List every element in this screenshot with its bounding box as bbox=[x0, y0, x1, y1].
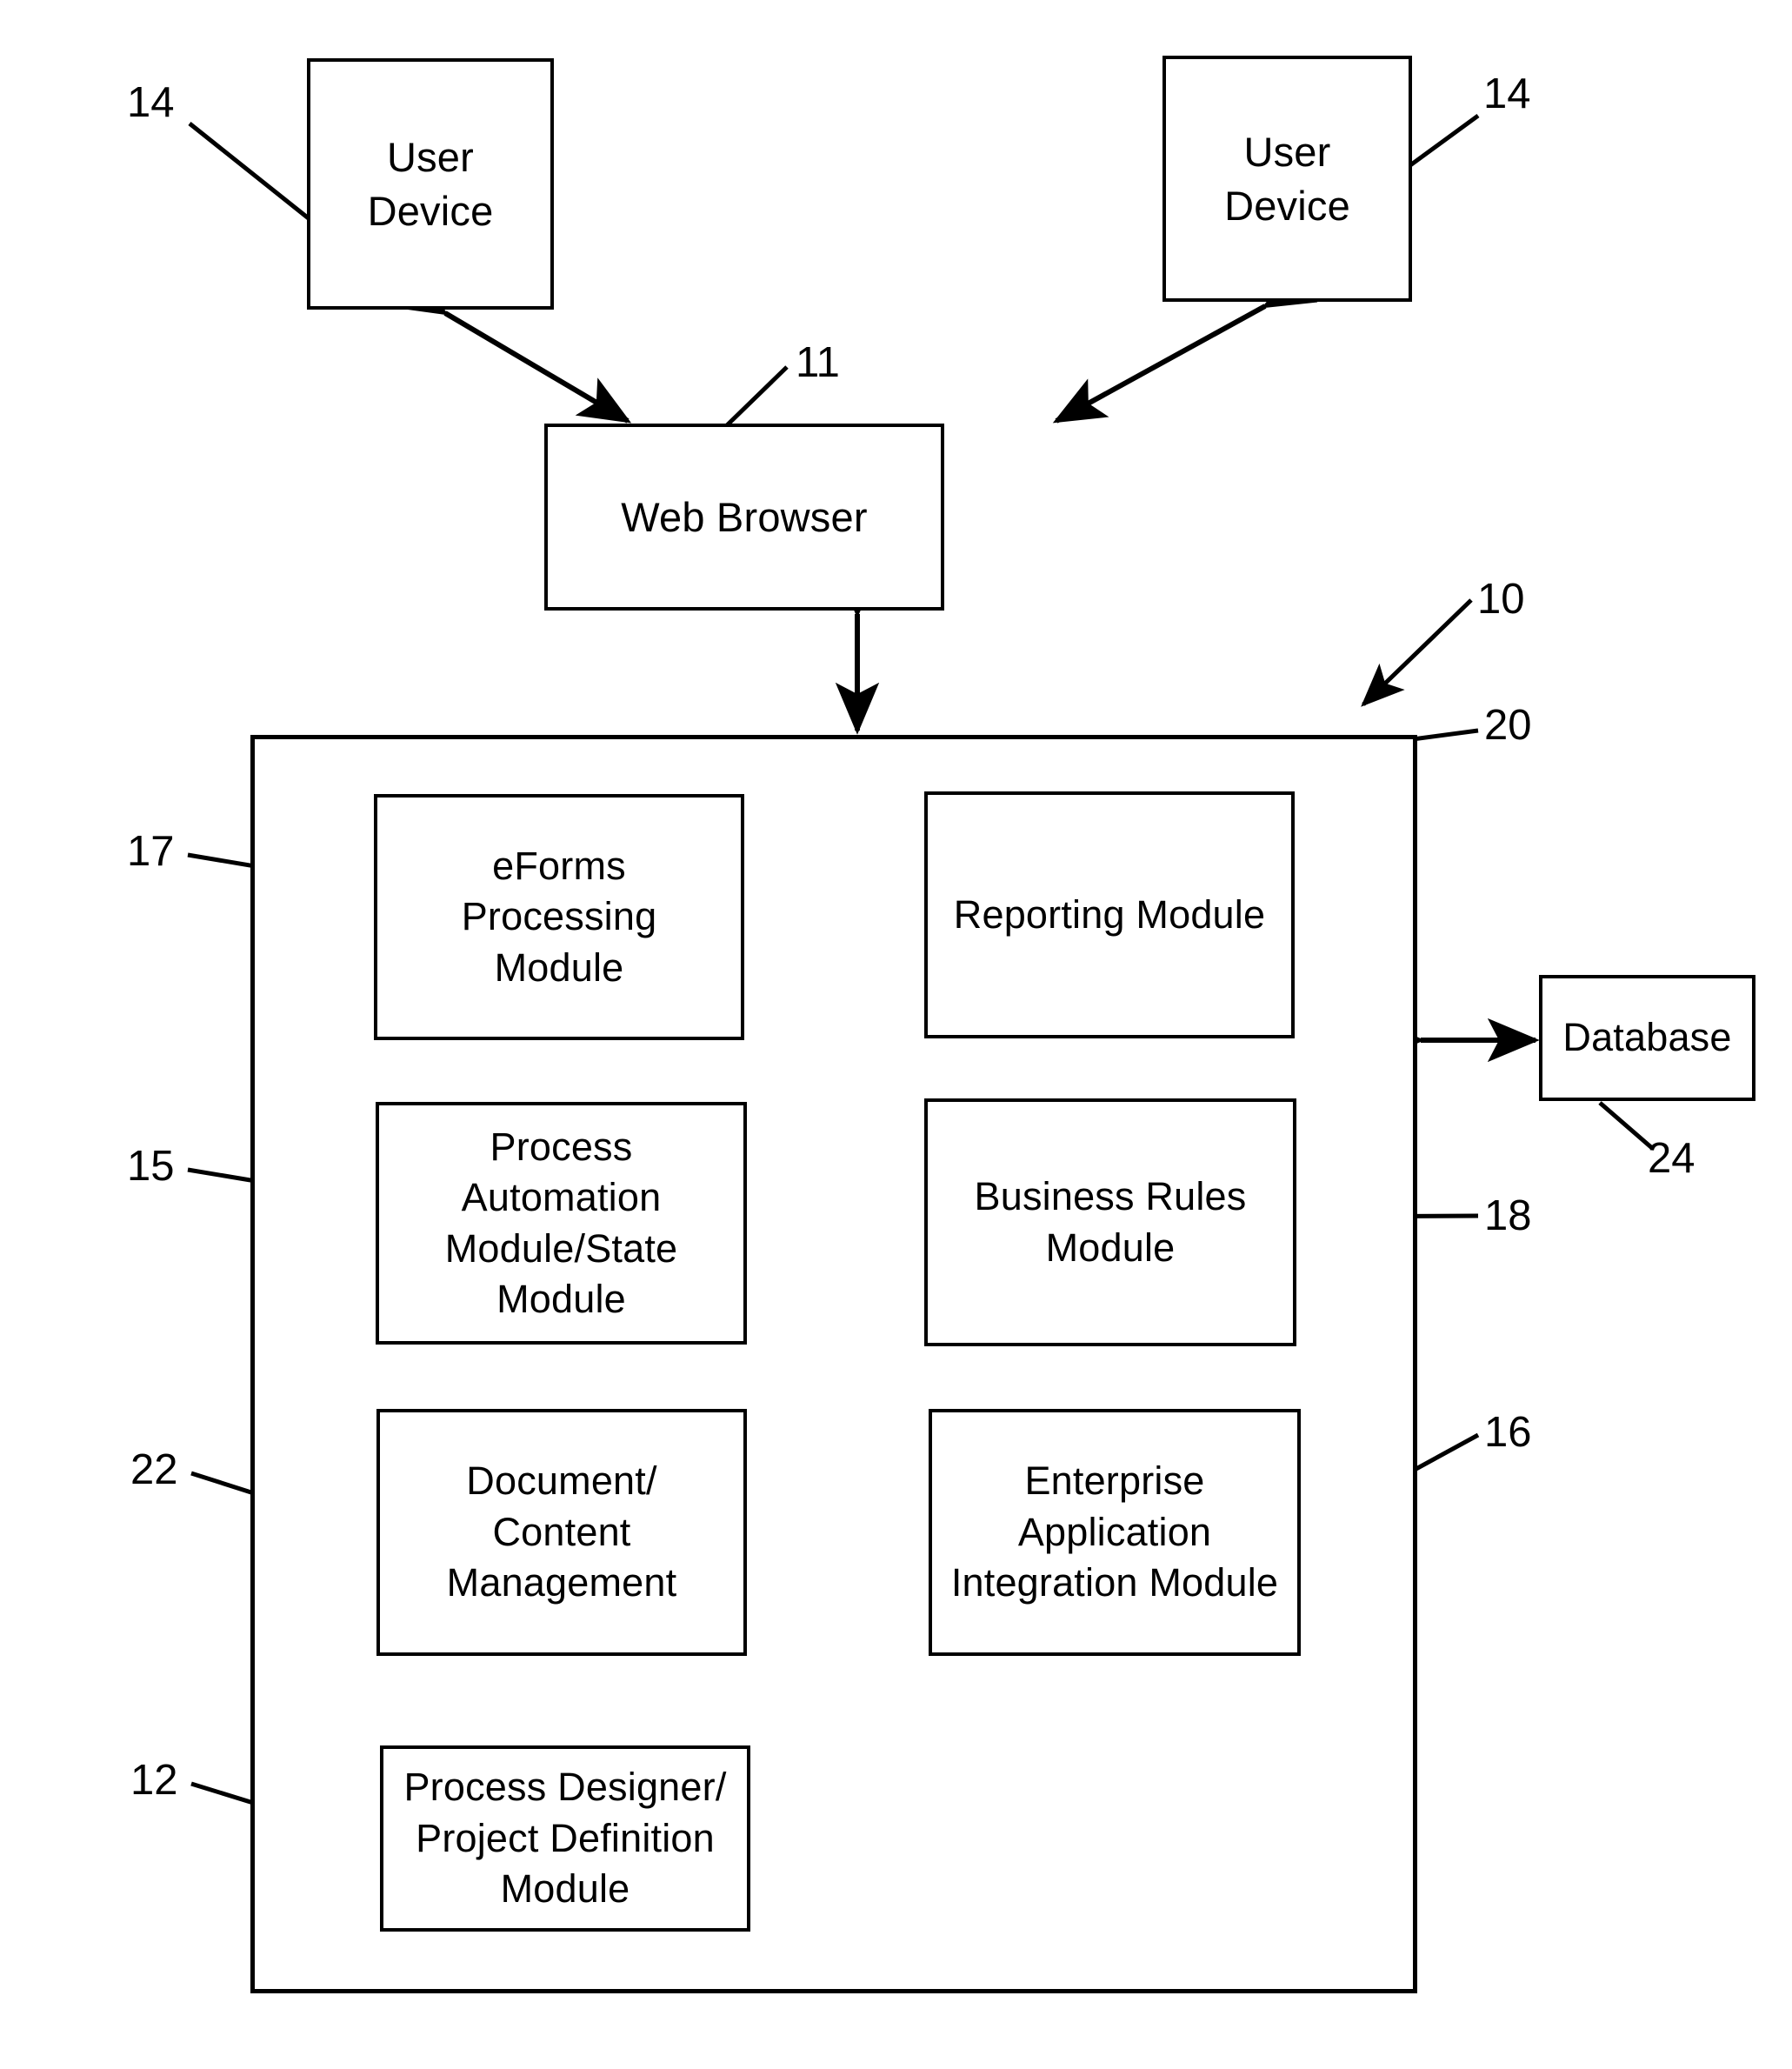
database-box: Database bbox=[1539, 975, 1755, 1101]
reference-numeral-15: 15 bbox=[127, 1143, 175, 1190]
reference-numeral-14-right: 14 bbox=[1483, 70, 1531, 117]
reference-numeral-10: 10 bbox=[1477, 576, 1525, 623]
enterprise-application-integration-module-box: Enterprise Application Integration Modul… bbox=[929, 1409, 1301, 1656]
leader-line-14-left bbox=[188, 122, 311, 221]
leader-line-11 bbox=[723, 365, 789, 429]
business-rules-module-label: Business Rules Module bbox=[974, 1174, 1247, 1270]
document-content-management-box: Document/ Content Management bbox=[376, 1409, 747, 1656]
connector-user-device-left-to-web-browser bbox=[392, 270, 632, 424]
document-content-management-label: Document/ Content Management bbox=[446, 1458, 677, 1605]
leader-line-24 bbox=[1598, 1101, 1654, 1150]
patent-figure: User Device User Device Web Browser eFor… bbox=[0, 0, 1792, 2069]
process-automation-module-label: Process Automation Module/State Module bbox=[444, 1124, 678, 1322]
reference-numeral-24: 24 bbox=[1648, 1135, 1695, 1182]
leader-line-10 bbox=[1361, 598, 1473, 707]
web-browser-label: Web Browser bbox=[621, 493, 868, 540]
user-device-left-label: User Device bbox=[367, 134, 494, 234]
process-designer-project-definition-module-label: Process Designer/ Project Definition Mod… bbox=[403, 1765, 727, 1912]
business-rules-module-box: Business Rules Module bbox=[924, 1098, 1296, 1346]
connector-user-device-right-to-web-browser bbox=[1052, 264, 1318, 424]
user-device-right-label: User Device bbox=[1224, 129, 1350, 229]
eforms-processing-module-box: eForms Processing Module bbox=[374, 794, 744, 1040]
process-automation-module-box: Process Automation Module/State Module bbox=[376, 1102, 747, 1345]
reference-numeral-16: 16 bbox=[1484, 1409, 1532, 1456]
reference-numeral-22: 22 bbox=[130, 1446, 178, 1493]
reference-numeral-14-left: 14 bbox=[127, 79, 175, 126]
user-device-right-box: User Device bbox=[1162, 56, 1412, 302]
leader-line-14-right bbox=[1409, 113, 1480, 168]
reference-numeral-18: 18 bbox=[1484, 1192, 1532, 1239]
enterprise-application-integration-module-label: Enterprise Application Integration Modul… bbox=[950, 1458, 1279, 1605]
user-device-left-box: User Device bbox=[307, 58, 554, 310]
reference-numeral-20: 20 bbox=[1484, 702, 1532, 749]
reference-numeral-17: 17 bbox=[127, 828, 175, 875]
database-label: Database bbox=[1562, 1015, 1732, 1060]
reporting-module-label: Reporting Module bbox=[953, 891, 1266, 937]
web-browser-box: Web Browser bbox=[544, 424, 944, 611]
process-designer-project-definition-module-box: Process Designer/ Project Definition Mod… bbox=[380, 1745, 750, 1932]
reference-numeral-11: 11 bbox=[796, 339, 840, 386]
eforms-processing-module-label: eForms Processing Module bbox=[461, 843, 657, 990]
reference-numeral-12: 12 bbox=[130, 1757, 178, 1804]
reporting-module-box: Reporting Module bbox=[924, 791, 1295, 1038]
